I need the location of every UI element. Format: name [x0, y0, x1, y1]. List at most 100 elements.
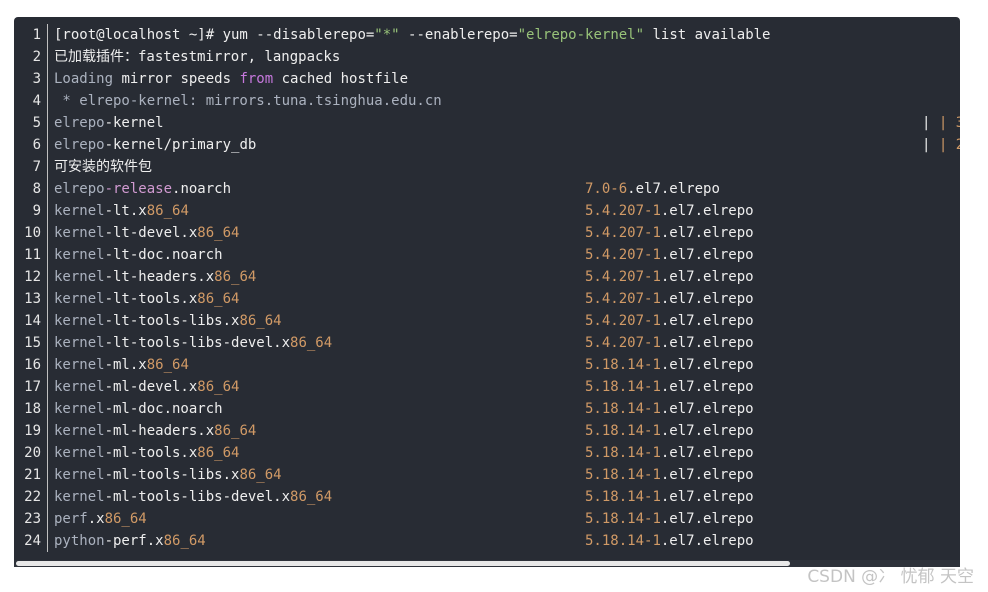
package-row: kernel-lt-tools.x86_64 5.4.207-1.el7.elre… [54, 288, 960, 310]
loading-text: cached hostfile [273, 71, 409, 87]
package-version-part: -1 [644, 533, 661, 549]
package-version-part: 5.4.207 [585, 225, 645, 241]
package-version: 5.18.14-1.el7.elrepo [585, 376, 754, 398]
package-version: 5.4.207-1.el7.elrepo [585, 288, 754, 310]
watermark: CSDN @冫 忧郁 天空 [807, 567, 974, 587]
command-arg-string: "*" [374, 27, 400, 43]
package-name-rest: -release [104, 181, 173, 197]
plugins-text: 已加载插件：fastestmirror, langpacks [54, 49, 341, 65]
line-number: 13 [24, 291, 41, 307]
package-name-rest: -ml-headers.x [104, 423, 215, 439]
package-version: 5.18.14-1.el7.elrepo [585, 420, 754, 442]
package-version: 5.18.14-1.el7.elrepo [585, 530, 754, 552]
package-arch: 86_64 [146, 203, 189, 219]
package-name-rest: -lt-doc.noarch [104, 247, 223, 263]
package-row: kernel-ml-devel.x86_64 5.18.14-1.el7.elre… [54, 376, 960, 398]
package-version: 5.18.14-1.el7.elrepo [585, 464, 754, 486]
horizontal-scrollbar-thumb[interactable] [16, 561, 790, 566]
package-name-base: kernel [54, 247, 105, 263]
package-name-rest: -ml-tools-libs-devel.x [104, 489, 291, 505]
package-version-part: .el7.elrepo [660, 313, 754, 329]
package-version-part: 5.18.14 [585, 489, 645, 505]
package-version-part: .el7.elrepo [660, 533, 754, 549]
package-version: 5.18.14-1.el7.elrepo [585, 442, 754, 464]
package-version: 5.18.14-1.el7.elrepo [585, 486, 754, 508]
package-name-rest: .x [87, 511, 105, 527]
code-line-loading: Loading mirror speeds from cached hostfi… [54, 68, 960, 90]
package-version-part: .el7.elrepo [660, 423, 754, 439]
package-version-part: -1 [644, 511, 661, 527]
package-name-rest: -ml-tools.x [104, 445, 198, 461]
loading-word: Loading [54, 71, 114, 87]
package-version-part: 5.18.14 [585, 423, 645, 439]
package-arch: 86_64 [146, 357, 189, 373]
package-row: elrepo-release.noarch 7.0-6.el7.elrepo [54, 178, 960, 200]
package-name-base: kernel [54, 423, 105, 439]
package-arch: 86_64 [197, 379, 240, 395]
package-version-part: -1 [644, 269, 661, 285]
package-name-base: kernel [54, 291, 105, 307]
command-text: list available [644, 27, 771, 43]
line-number: 11 [24, 247, 41, 263]
package-version-part: 5.4.207 [585, 269, 645, 285]
package-arch: 86_64 [197, 291, 240, 307]
repo-size-cut: | | 2.1 [922, 134, 960, 156]
package-name-base: kernel [54, 445, 105, 461]
shell-prompt: [root@localhost ~]# [54, 27, 223, 43]
package-arch: 86_64 [290, 489, 333, 505]
package-arch: 86_64 [197, 225, 240, 241]
package-version-part: 5.18.14 [585, 357, 645, 373]
code-line-repo-db: elrepo-kernel/primary_db | | 2.1 [54, 134, 960, 156]
package-row: kernel-ml-tools-libs-devel.x86_64 5.18.14… [54, 486, 960, 508]
package-name-base: elrepo [54, 181, 105, 197]
code-line-repo: elrepo-kernel | | 3.0 [54, 112, 960, 134]
line-number: 10 [24, 225, 41, 241]
package-version-part: .el7.elrepo [660, 291, 754, 307]
package-row: kernel-ml-doc.noarch 5.18.14-1.el7.elrepo [54, 398, 960, 420]
package-version: 5.4.207-1.el7.elrepo [585, 244, 754, 266]
package-version-part: -1 [644, 335, 661, 351]
package-version-part: 5.18.14 [585, 533, 645, 549]
command-arg-string: "elrepo-kernel" [517, 27, 645, 43]
package-name-base: kernel [54, 313, 105, 329]
line-number: 6 [32, 137, 41, 153]
code-block: 1 2 3 4 5 6 7 8 9 10 11 12 13 14 15 16 1… [14, 17, 960, 565]
line-number: 7 [32, 159, 41, 175]
package-version-part: -1 [644, 203, 661, 219]
package-version-part: .el7.elrepo [660, 225, 754, 241]
package-arch: 86_64 [214, 269, 257, 285]
package-name-rest: -lt-tools-libs.x [104, 313, 240, 329]
line-number-gutter: 1 2 3 4 5 6 7 8 9 10 11 12 13 14 15 16 1… [14, 24, 47, 552]
package-version-part: .el7.elrepo [660, 335, 754, 351]
package-arch: 86_64 [104, 511, 147, 527]
command-text: --enablerepo= [399, 27, 518, 43]
package-arch: 86_64 [239, 467, 282, 483]
line-number: 22 [24, 489, 41, 505]
package-name-rest: -lt-tools.x [104, 291, 198, 307]
package-version-part: -1 [644, 291, 661, 307]
package-version-part: -1 [644, 247, 661, 263]
package-row: perf.x86_64 5.18.14-1.el7.elrepo [54, 508, 960, 530]
line-number: 1 [32, 27, 41, 43]
package-name-base: perf [54, 511, 88, 527]
package-version-part: .el7.elrepo [660, 357, 754, 373]
line-number: 23 [24, 511, 41, 527]
code-lines: [root@localhost ~]# yum --disablerepo="*… [54, 24, 960, 552]
package-name-base: kernel [54, 225, 105, 241]
package-version-part: 5.4.207 [585, 247, 645, 263]
package-version-part: .el7.elrepo [627, 181, 720, 197]
repo-name: elrepo [54, 115, 105, 131]
package-name-rest: -lt.x [104, 203, 147, 219]
package-version-part: 5.18.14 [585, 467, 645, 483]
package-version: 5.4.207-1.el7.elrepo [585, 266, 754, 288]
line-number: 4 [32, 93, 41, 109]
package-version-part: -1 [644, 313, 661, 329]
package-version-part: 5.18.14 [585, 401, 645, 417]
package-name-rest: -ml-devel.x [104, 379, 198, 395]
package-name-base: kernel [54, 489, 105, 505]
line-number: 2 [32, 49, 41, 65]
package-version-part: .el7.elrepo [660, 445, 754, 461]
package-name-rest: -perf.x [104, 533, 164, 549]
package-row: kernel-lt-doc.noarch 5.4.207-1.el7.elrepo [54, 244, 960, 266]
package-name-rest: -lt-devel.x [104, 225, 198, 241]
